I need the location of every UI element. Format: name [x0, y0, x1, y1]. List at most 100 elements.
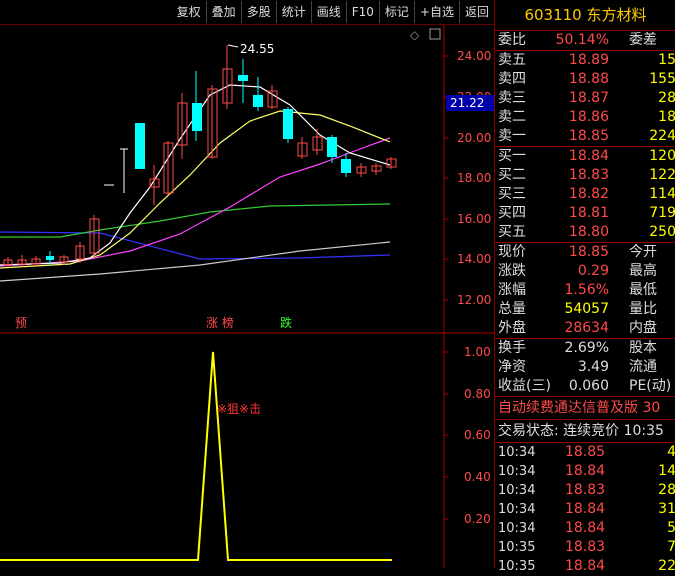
order-level-row[interactable]: 卖二 18.86 18 [495, 108, 675, 127]
diamond-icon[interactable]: ◇ [410, 28, 420, 42]
order-level-row[interactable]: 卖五 18.89 15 [495, 51, 675, 70]
order-level-row[interactable]: 买三 18.82 114 [495, 185, 675, 204]
candle [253, 95, 263, 107]
order-level-volume: 15 [658, 52, 675, 68]
finance-label: 净资 [498, 359, 526, 375]
finance-label: 收益(三) [498, 378, 551, 394]
add-watchlist-button[interactable]: +自选 [413, 1, 459, 23]
price-tick-label: 16.00 [457, 212, 491, 226]
order-level-label: 买一 [498, 148, 526, 164]
overlay-button[interactable]: 叠加 [205, 1, 241, 23]
quote-value: 0.29 [577, 263, 609, 279]
kline-chart[interactable]: 24.00 22.00 20.00 18.00 16.00 14.00 12.0… [0, 25, 494, 568]
price-axis: 24.00 22.00 20.00 18.00 16.00 14.00 12.0… [444, 49, 491, 307]
quote-label: 涨跌 [498, 263, 526, 279]
order-level-row[interactable]: 买五 18.80 250 [495, 223, 675, 243]
order-level-row[interactable]: 买一 18.84 120 [495, 147, 675, 166]
tick-row: 10:34 18.84 31 [495, 500, 675, 519]
ma-yellow-line [0, 110, 391, 269]
finance-label-2: 股本 [629, 340, 657, 356]
back-button[interactable]: 返回 [458, 1, 494, 23]
order-level-price: 18.88 [568, 71, 609, 87]
tick-volume: 22 [658, 558, 675, 574]
finance-row: 收益(三) 0.060 PE(动) [495, 377, 675, 397]
indicator-tick-label: 0.40 [464, 470, 491, 484]
quote-label-2: 最低 [629, 282, 657, 298]
order-level-row[interactable]: 卖三 18.87 28 [495, 89, 675, 108]
quote-row: 涨跌 0.29 最高 [495, 262, 675, 281]
order-diff-label: 委差 [629, 32, 657, 48]
tick-price: 18.83 [565, 482, 606, 498]
tick-time: 10:34 [498, 502, 536, 517]
order-ratio-row: 委比 50.14% 委差 [495, 31, 675, 51]
order-level-volume: 28 [658, 90, 675, 106]
draw-line-button[interactable]: 画线 [310, 1, 346, 23]
price-tick-label: 14.00 [457, 252, 491, 266]
tick-price: 18.84 [565, 520, 606, 536]
statistics-button[interactable]: 统计 [275, 1, 311, 23]
order-level-price: 18.85 [568, 128, 609, 144]
quote-label: 涨幅 [498, 282, 526, 298]
tick-row: 10:35 18.84 22 [495, 557, 675, 576]
tick-price: 18.83 [565, 539, 606, 555]
quote-label: 总量 [498, 301, 526, 317]
tick-volume: 7 [667, 539, 675, 555]
indicator-tick-label: 1.00 [464, 345, 491, 359]
order-level-label: 卖三 [498, 90, 526, 106]
tick-row: 10:35 18.83 7 [495, 538, 675, 557]
order-level-label: 买四 [498, 205, 526, 221]
promo-ticker-text: 自动续费通达信普及版 30 [498, 400, 661, 416]
order-level-row[interactable]: 买二 18.83 122 [495, 166, 675, 185]
square-icon[interactable] [429, 28, 441, 40]
quote-row: 总量 54057 量比 [495, 300, 675, 319]
order-level-volume: 114 [649, 186, 675, 202]
candle [283, 109, 293, 139]
tick-list[interactable]: 10:34 18.85 4 10:34 18.84 14 10:34 18.83 28 10… [495, 443, 675, 576]
candlesticks [3, 45, 397, 267]
multi-stock-button[interactable]: 多股 [240, 1, 276, 23]
order-level-row[interactable]: 卖四 18.88 155 [495, 70, 675, 89]
order-level-row[interactable]: 卖一 18.85 224 [495, 127, 675, 147]
order-level-label: 卖一 [498, 128, 526, 144]
f10-button[interactable]: F10 [345, 1, 379, 23]
price-tick-label: 12.00 [457, 293, 491, 307]
candle [341, 159, 351, 173]
candle [238, 75, 248, 81]
quote-label-2: 内盘 [629, 320, 657, 336]
tick-time: 10:34 [498, 483, 536, 498]
stock-name: 东方材料 [586, 6, 647, 24]
finance-value: 3.49 [577, 359, 609, 375]
tick-volume: 14 [658, 463, 675, 479]
order-level-label: 买三 [498, 186, 526, 202]
trade-state-text: 交易状态: 连续竞价 10:35 [498, 423, 664, 439]
fuquan-button[interactable]: 复权 [172, 1, 206, 23]
high-pointer [227, 44, 239, 48]
ma-blue-line [0, 231, 391, 260]
tick-time: 10:35 [498, 540, 536, 555]
indicator-tick-label: 0.60 [464, 428, 491, 442]
finance-label: 换手 [498, 340, 526, 356]
indicator-signal-line [0, 351, 392, 561]
tick-price: 18.84 [565, 501, 606, 517]
finance-row: 换手 2.69% 股本 [495, 339, 675, 358]
finance-value: 0.060 [568, 378, 609, 394]
mark-button[interactable]: 标记 [378, 1, 414, 23]
order-level-price: 18.87 [568, 90, 609, 106]
quote-row: 现价 18.85 今开 [495, 243, 675, 262]
ma-gray-line [0, 241, 391, 282]
candle [135, 123, 145, 169]
candle [192, 103, 202, 131]
order-level-price: 18.81 [568, 205, 609, 221]
order-ratio-label: 委比 [498, 32, 526, 48]
order-level-row[interactable]: 买四 18.81 719 [495, 204, 675, 223]
tick-price: 18.84 [565, 463, 606, 479]
indicator-tick-label: 0.20 [464, 512, 491, 526]
quote-label-2: 量比 [629, 301, 657, 317]
promo-ticker[interactable]: 自动续费通达信普及版 30 [495, 397, 675, 420]
order-ratio-value: 50.14% [555, 32, 609, 48]
price-tick-label: 18.00 [457, 171, 491, 185]
candle [327, 137, 337, 157]
order-level-volume: 250 [649, 224, 675, 240]
quote-row: 涨幅 1.56% 最低 [495, 281, 675, 300]
price-tick-label: 20.00 [457, 131, 491, 145]
